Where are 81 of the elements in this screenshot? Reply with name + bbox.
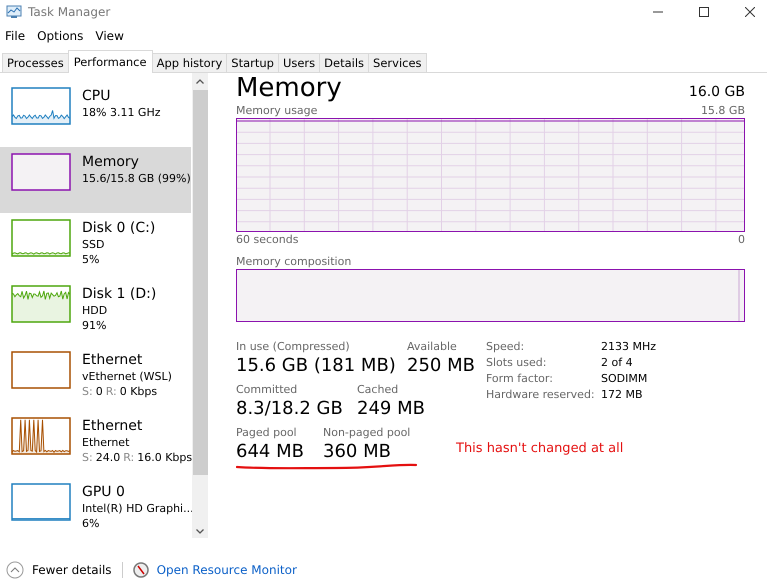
spec-label: Hardware reserved: (486, 388, 596, 401)
item-title: Ethernet (82, 351, 144, 369)
tab[interactable]: Processes (2, 53, 69, 72)
item-detail: Ethernet (82, 435, 130, 450)
resource-monitor-link[interactable]: Open Resource Monitor (156, 563, 297, 577)
stat-label: Available (407, 340, 458, 353)
rate-label: S: (82, 450, 93, 465)
spec-value: 2 of 4 (601, 356, 634, 369)
menu-item[interactable]: File (5, 29, 26, 43)
scrollbar[interactable] (192, 73, 208, 538)
scroll-down-icon[interactable] (196, 529, 204, 534)
item-title: Disk 1 (D:) (82, 285, 156, 303)
tab[interactable]: Performance (68, 50, 153, 73)
item-detail: SSD (82, 237, 106, 252)
menu-item[interactable]: View (95, 29, 124, 43)
graph-label: Memory composition (236, 255, 352, 268)
tab[interactable]: Startup (226, 53, 279, 72)
resource-monitor-icon[interactable] (132, 562, 149, 578)
item-detail: 15.6/15.8 GB (99%) (82, 171, 191, 186)
scroll-up-icon[interactable] (196, 79, 204, 84)
tab[interactable]: App history (152, 53, 228, 72)
stat-value: 644 MB (236, 440, 305, 464)
sidebar-item[interactable]: Disk 1 (D:) HDD 91% (0, 279, 191, 345)
item-detail: HDD (82, 303, 108, 318)
stat-value: 250 MB (407, 354, 475, 378)
item-title: CPU (82, 87, 112, 105)
maximize-icon[interactable] (699, 7, 709, 17)
stat-label: In use (Compressed) (236, 340, 351, 353)
sidebar-item[interactable]: Memory 15.6/15.8 GB (99%) (0, 147, 191, 213)
rate-label: R: (123, 450, 134, 465)
app-icon (6, 5, 22, 19)
panel-title: Memory (236, 73, 342, 103)
item-title: Ethernet (82, 417, 144, 435)
item-detail: vEthernet (WSL) (82, 369, 172, 384)
close-icon[interactable] (745, 7, 755, 17)
item-detail: 91% (82, 318, 108, 333)
stat-value: 360 MB (323, 440, 392, 464)
rate-value: 0 (96, 384, 103, 399)
sidebar-item[interactable]: GPU 0 Intel(R) HD Graphi... 6% (0, 477, 191, 543)
spec-value: 2133 MHz (601, 340, 656, 353)
stat-label: Committed (236, 383, 298, 396)
sidebar-item[interactable]: CPU 18% 3.11 GHz (0, 81, 191, 147)
sidebar-item[interactable]: Ethernet Ethernet S: 24.0 R: 16.0 Kbps (0, 411, 191, 477)
stat-value: 15.6 GB (181 MB) (236, 354, 393, 378)
rate-label: R: (106, 384, 117, 399)
tab[interactable]: Details (319, 53, 370, 72)
rate-value: 16.0 Kbps (137, 450, 192, 465)
item-detail: 5% (82, 252, 100, 267)
total-memory: 16.0 GB (688, 84, 745, 100)
item-title: Disk 0 (C:) (82, 219, 156, 237)
item-title: GPU 0 (82, 483, 126, 501)
axis-label: 60 seconds (236, 233, 298, 246)
collapse-icon[interactable] (6, 561, 24, 579)
stat-value: 8.3/18.2 GB (236, 397, 343, 421)
spec-label: Speed: (486, 340, 526, 353)
rate-value: 0 Kbps (120, 384, 158, 399)
menu-item[interactable]: Options (37, 29, 84, 43)
spec-label: Slots used: (486, 356, 548, 369)
sidebar-item[interactable]: Ethernet vEthernet (WSL) S: 0 R: 0 Kbps (0, 345, 191, 411)
graph-label: Memory usage (236, 104, 318, 117)
spec-label: Form factor: (486, 372, 554, 385)
item-detail: 18% 3.11 GHz (82, 105, 161, 120)
tab[interactable]: Services (368, 53, 427, 72)
rate-label: S: (82, 384, 93, 399)
item-title: Memory (82, 153, 140, 171)
sidebar-item[interactable]: Disk 0 (C:) SSD 5% (0, 213, 191, 279)
fewer-details-link[interactable]: Fewer details (32, 563, 112, 577)
stat-label: Cached (357, 383, 400, 396)
tab[interactable]: Users (278, 53, 320, 72)
item-detail: Intel(R) HD Graphi... (82, 501, 194, 516)
stat-label: Non-paged pool (323, 426, 410, 439)
graph-max: 15.8 GB (700, 104, 745, 117)
spec-value: 172 MB (601, 388, 644, 401)
window-title: Task Manager (28, 5, 110, 19)
axis-label: 0 (738, 233, 745, 246)
annotation-note: This hasn't changed at all (456, 441, 624, 456)
item-detail: 6% (82, 516, 100, 531)
spec-value: SODIMM (601, 372, 648, 385)
stat-label: Paged pool (236, 426, 298, 439)
stat-value: 249 MB (357, 397, 425, 421)
rate-value: 24.0 (96, 450, 120, 465)
